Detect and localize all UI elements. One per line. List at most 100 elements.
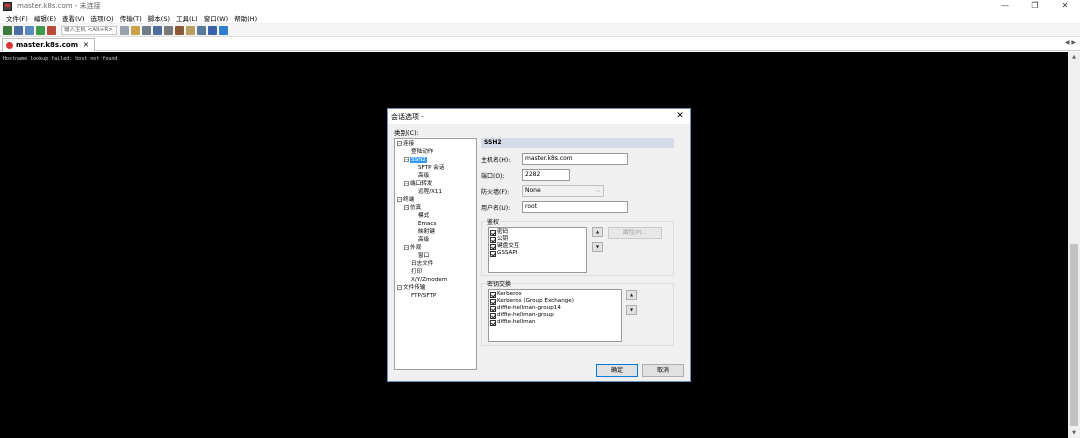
tree-collapse-icon[interactable]: − (404, 245, 409, 250)
scroll-thumb[interactable] (1070, 244, 1078, 426)
username-input[interactable]: root (522, 201, 628, 213)
menu-options[interactable]: 选项(O) (91, 13, 114, 23)
dialog-close-icon[interactable]: ✕ (673, 110, 687, 122)
tree-item-label: 窗口 (418, 253, 430, 259)
menu-file[interactable]: 文件(F) (6, 13, 28, 23)
checkbox-checked[interactable] (490, 312, 496, 319)
minimize-button[interactable]: — (990, 0, 1020, 12)
checkbox-checked[interactable] (490, 243, 496, 250)
auth-move-up-button[interactable]: ▲ (592, 227, 603, 237)
connect-in-tab-icon[interactable] (25, 25, 34, 35)
auth-method-list: 密码 公钥 键盘交互 GSSAPI (488, 227, 587, 273)
copy-icon[interactable] (120, 25, 129, 35)
checkbox-checked[interactable] (490, 319, 496, 326)
reconnect-icon[interactable] (36, 25, 45, 35)
tree-item-emulation[interactable]: − 仿真 (404, 204, 421, 212)
auth-item-publickey[interactable]: 公钥 (490, 236, 508, 243)
checkbox-checked[interactable] (490, 229, 496, 236)
checkbox-checked[interactable] (490, 305, 496, 312)
global-options-icon[interactable] (197, 25, 206, 35)
tree-item-connection[interactable]: − 连接 (397, 140, 414, 148)
tree-collapse-icon[interactable]: − (397, 141, 402, 146)
auth-move-down-button[interactable]: ▼ (592, 242, 603, 252)
tree-item-mapped-keys[interactable]: 映射键 (418, 228, 435, 236)
port-input[interactable]: 2282 (522, 169, 570, 181)
tree-collapse-icon[interactable]: − (397, 285, 402, 290)
cancel-button[interactable]: 取消 (642, 364, 684, 377)
tab-scroll-arrows[interactable]: ◀ ▶ (1065, 39, 1076, 46)
tab-close-icon[interactable]: ✕ (83, 41, 89, 49)
tree-item-appearance[interactable]: − 外观 (404, 244, 421, 252)
menu-transfer[interactable]: 传输(T) (120, 13, 142, 23)
sftp-icon[interactable] (175, 25, 184, 35)
terminal-scrollbar[interactable]: ▲ ▼ (1068, 52, 1080, 438)
tree-collapse-icon[interactable]: − (404, 205, 409, 210)
tree-item-log-file[interactable]: 日志文件 (411, 260, 433, 268)
window-title: master.k8s.com - 未连接 (17, 2, 101, 10)
tree-collapse-icon[interactable]: − (404, 181, 409, 186)
host-input[interactable]: 输入主机 <Alt+R> (61, 25, 117, 35)
menu-edit[interactable]: 编辑(E) (34, 13, 56, 23)
help-icon[interactable] (208, 25, 217, 35)
kex-move-down-button[interactable]: ▼ (626, 305, 637, 315)
tree-collapse-icon[interactable]: − (404, 157, 409, 162)
scroll-up-arrow-icon[interactable]: ▲ (1068, 52, 1080, 62)
paste-icon[interactable] (131, 25, 140, 35)
tree-item-terminal[interactable]: − 终端 (397, 196, 414, 204)
tree-item-sftp-session[interactable]: SFTP 会话 (418, 164, 444, 172)
tree-collapse-icon[interactable]: − (397, 197, 402, 202)
ok-button[interactable]: 确定 (596, 364, 638, 377)
tree-item-logon-actions[interactable]: 登陆动作 (411, 148, 433, 156)
scroll-down-arrow-icon[interactable]: ▼ (1068, 428, 1080, 438)
menu-script[interactable]: 脚本(S) (148, 13, 170, 23)
auth-item-keyboard-interactive[interactable]: 键盘交互 (490, 243, 519, 250)
hostname-input[interactable]: master.k8s.com (522, 153, 628, 165)
tree-item-remote-x11[interactable]: 远程/X11 (418, 188, 442, 196)
quick-connect-icon[interactable] (14, 25, 23, 35)
session-options-icon[interactable] (186, 25, 195, 35)
list-item-label: Kerberos (497, 291, 522, 297)
checkbox-checked[interactable] (490, 291, 496, 298)
checkbox-checked[interactable] (490, 250, 496, 257)
tab-master-k8s[interactable]: master.k8s.com ✕ (2, 38, 95, 51)
tree-item-ssh2[interactable]: − SSH2 (404, 156, 427, 164)
close-window-button[interactable]: ✕ (1050, 0, 1080, 12)
tree-item-label: 远程/X11 (418, 189, 443, 195)
kex-item-kerberos[interactable]: Kerberos (490, 291, 522, 298)
checkbox-checked[interactable] (490, 236, 496, 243)
tree-item-window[interactable]: 窗口 (418, 252, 429, 260)
kex-item-dh-group[interactable]: diffie-hellman-group (490, 312, 554, 319)
auth-properties-button[interactable]: 属性(P)... (608, 227, 662, 239)
tree-item-port-forwarding[interactable]: − 端口转发 (404, 180, 432, 188)
connect-icon[interactable] (3, 25, 12, 35)
menu-tools[interactable]: 工具(L) (176, 13, 198, 23)
print-icon[interactable] (164, 25, 173, 35)
kex-item-dh[interactable]: diffie-hellman (490, 319, 536, 326)
find-icon[interactable] (142, 25, 151, 35)
disconnect-icon[interactable] (47, 25, 56, 35)
tree-item-xyzmodem[interactable]: X/Y/Zmodem (411, 276, 447, 284)
tree-item-emacs[interactable]: Emacs (418, 220, 436, 228)
kex-move-up-button[interactable]: ▲ (626, 290, 637, 300)
tree-item-ftp-sftp[interactable]: FTP/SFTP (411, 292, 436, 300)
tree-item-ssh2-advanced[interactable]: 高级 (418, 172, 429, 180)
kex-item-kerberos-group-exchange[interactable]: Kerberos (Group Exchange) (490, 298, 574, 305)
about-icon[interactable] (219, 25, 228, 35)
print-setup-icon[interactable] (153, 25, 162, 35)
tree-item-modes[interactable]: 模式 (418, 212, 429, 220)
disconnected-status-icon (6, 41, 13, 49)
tree-item-label: 文件传输 (403, 285, 426, 291)
tree-item-label: 外观 (410, 245, 422, 251)
tree-item-file-transfer[interactable]: − 文件传输 (397, 284, 425, 292)
tree-item-emulation-advanced[interactable]: 高级 (418, 236, 429, 244)
tree-item-printing[interactable]: 打印 (411, 268, 422, 276)
menu-view[interactable]: 查看(V) (62, 13, 85, 23)
restore-button[interactable]: ❐ (1020, 0, 1050, 12)
auth-item-gssapi[interactable]: GSSAPI (490, 250, 517, 257)
firewall-select[interactable]: None ⌵ (522, 185, 604, 197)
menu-help[interactable]: 帮助(H) (234, 13, 257, 23)
kex-item-dh-group14[interactable]: diffie-hellman-group14 (490, 305, 561, 312)
auth-item-password[interactable]: 密码 (490, 229, 508, 236)
checkbox-checked[interactable] (490, 298, 496, 305)
menu-window[interactable]: 窗口(W) (204, 13, 229, 23)
